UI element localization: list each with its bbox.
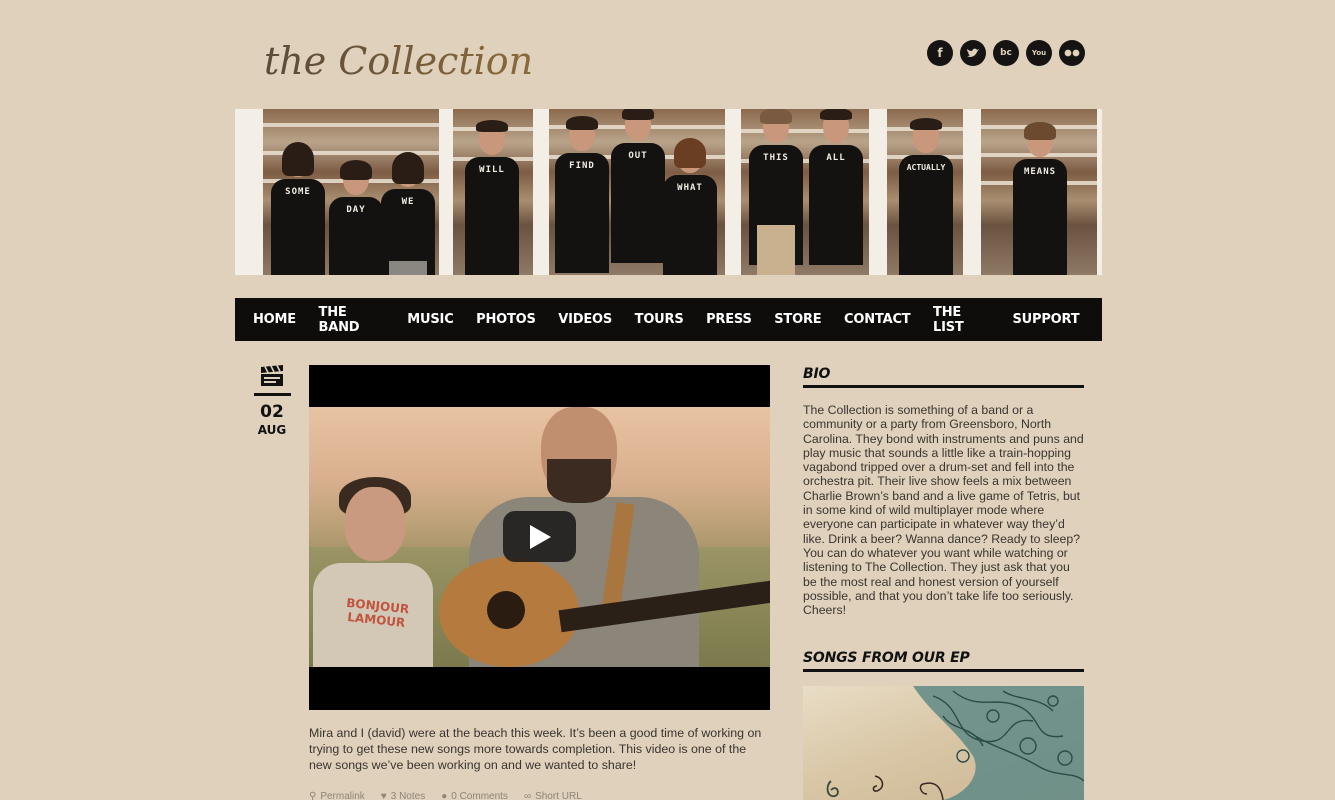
shirt-word: WHAT [677,183,703,193]
shirt-word: DAY [346,205,366,215]
clapperboard-icon [261,365,283,386]
flickr-dots [1064,49,1080,57]
youtube-glyph: You [1031,48,1047,57]
nav-tours[interactable]: TOURS [635,312,684,327]
link-icon: ⚲ [309,791,317,800]
main-nav: HOME THE BAND MUSIC PHOTOS VIDEOS TOURS … [235,298,1102,341]
logo-script: the Collection [264,39,533,83]
shirt-word: OUT [628,151,648,161]
nav-videos[interactable]: VIDEOS [558,312,612,327]
notes-label: 3 Notes [390,791,426,800]
bandcamp-icon[interactable]: bc [993,40,1019,66]
nav-press[interactable]: PRESS [706,312,752,327]
nav-home[interactable]: HOME [253,312,296,327]
heart-icon: ♥ [380,791,387,800]
twitter-bird [967,48,979,57]
comments-link[interactable]: ● 0 Comments [441,791,508,800]
permalink-label: Permalink [320,791,365,800]
logo-text: the Collection [264,39,533,83]
bio-text: The Collection is something of a band or… [803,403,1084,618]
post-actions: ⚲ Permalink ♥ 3 Notes ● 0 Comments ∞ Short U… [309,791,582,800]
site-logo[interactable]: the Collection [262,14,597,98]
play-button[interactable] [503,511,576,562]
nav-the-band[interactable]: THE BAND [319,305,385,335]
banner-photo-3: FIND OUT WHAT [549,109,725,275]
banner-photo-1: SOME DAY WE [263,109,439,275]
facebook-glyph: f [937,46,943,60]
nav-photos[interactable]: PHOTOS [476,312,536,327]
twitter-icon[interactable] [960,40,986,66]
youtube-icon[interactable]: You [1026,40,1052,66]
shirt-word: WE [401,197,415,207]
post-month: AUG [257,423,287,437]
shirt-word: ACTUALLY [906,163,946,172]
banner-photo-2: WILL [453,109,533,275]
shirt-word: ALL [826,153,846,163]
play-icon [529,524,551,549]
ep-illustration [826,686,1084,800]
banner-photo-5: ACTUALLY [887,109,963,275]
comment-icon: ● [441,791,448,800]
short-url-link[interactable]: ∞ Short URL [524,791,582,800]
post-body: Mira and I (david) were at the beach thi… [309,726,762,772]
meta-divider [253,393,291,396]
comments-label: 0 Comments [451,791,508,800]
flickr-icon[interactable] [1059,40,1085,66]
shirt-word: THIS [763,153,789,163]
ep-cover-art[interactable] [803,686,1084,800]
shirt-word: WILL [479,165,505,175]
permalink-link[interactable]: ⚲ Permalink [309,791,365,800]
chain-icon: ∞ [523,791,532,800]
banner-photo-6: MEANS [981,109,1097,275]
shirt-word: MEANS [1023,167,1057,177]
nav-contact[interactable]: CONTACT [844,312,911,327]
banner-photo-4: THIS ALL [741,109,869,275]
ep-title: SONGS FROM OUR EP [803,650,1084,672]
social-links: f bc You [927,40,1085,66]
nav-the-list[interactable]: THE LIST [933,305,990,335]
shirt-word: SOME [285,187,311,197]
post-meta: 02 AUG [253,365,291,438]
bio-title: BIO [803,366,1084,388]
nav-support[interactable]: SUPPORT [1012,312,1079,327]
band-photo-banner: SOME DAY WE WILL FIND OUT WHAT THIS ALL … [235,109,1102,275]
facebook-icon[interactable]: f [927,40,953,66]
nav-music[interactable]: MUSIC [407,312,453,327]
short-url-label: Short URL [535,791,582,800]
bio-widget: BIO The Collection is something of a ban… [803,366,1084,617]
notes-link[interactable]: ♥ 3 Notes [381,791,425,800]
post-day: 02 [260,402,284,422]
video-player[interactable]: BONJOUR LAMOUR [309,365,770,710]
bandcamp-glyph: bc [1000,47,1012,58]
shirt-word: FIND [569,161,595,171]
nav-store[interactable]: STORE [774,312,821,327]
ep-widget: SONGS FROM OUR EP [803,650,1084,672]
